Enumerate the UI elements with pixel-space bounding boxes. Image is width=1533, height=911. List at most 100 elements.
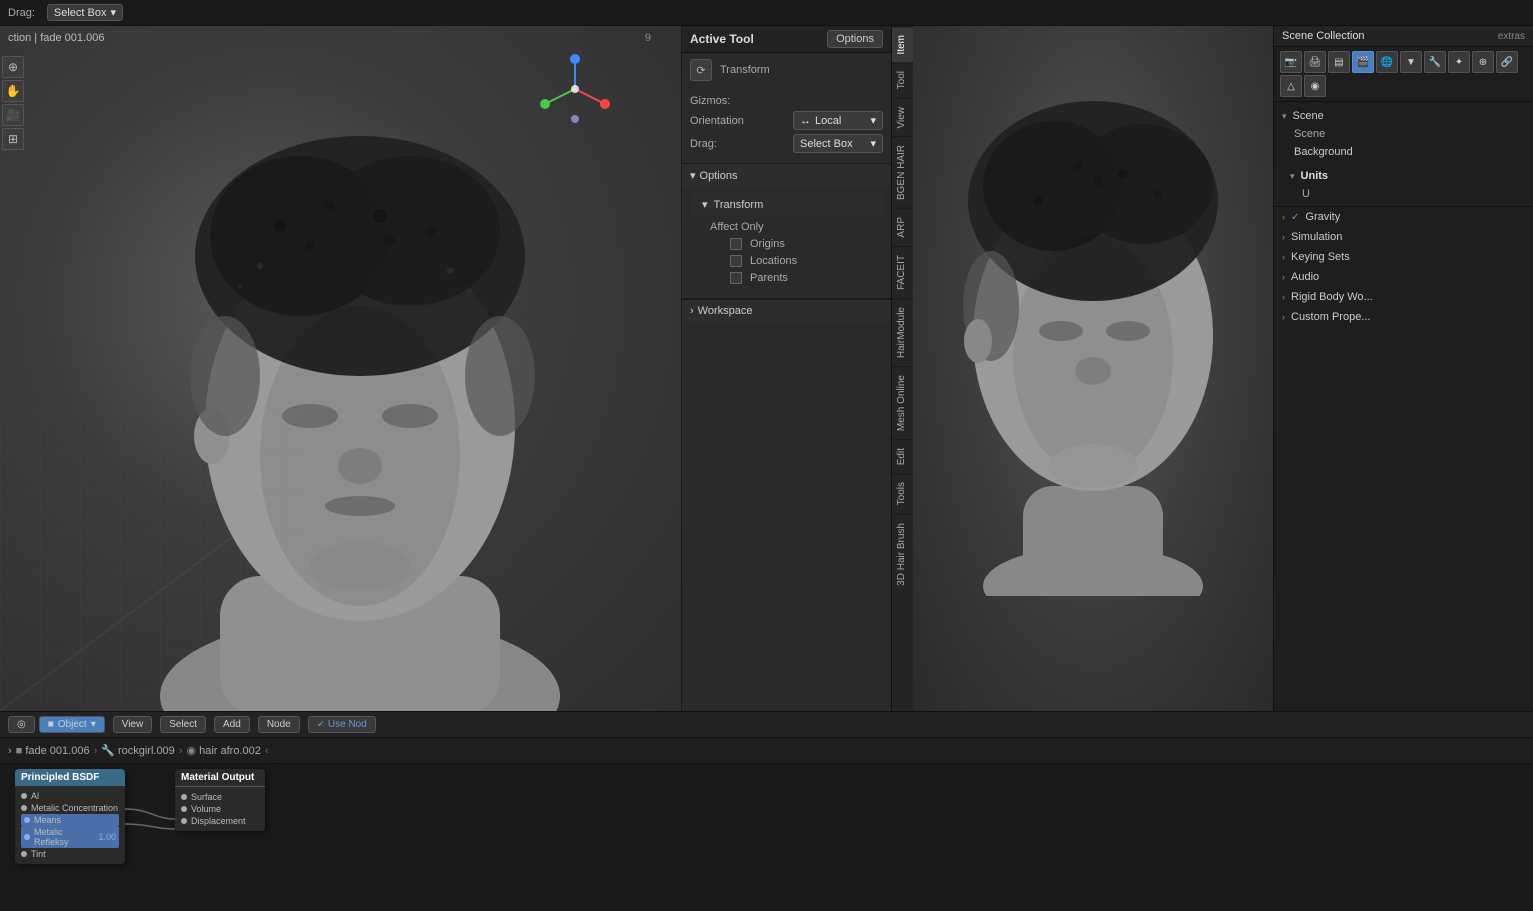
particles-icon[interactable]: ✦ [1448,51,1470,73]
origins-label: Origins [750,238,785,250]
material-icon[interactable]: ◉ [1304,75,1326,97]
dot-volume [181,806,187,812]
breadcrumb-sep-2: › [179,745,183,757]
tab-hairmodule[interactable]: HairModule [892,298,913,366]
dot-tint [21,851,27,857]
simulation-row[interactable]: › Simulation [1274,227,1533,247]
tool-panel: Active Tool Options ⟳ Transform Gizmos: … [681,26,891,711]
orientation-label: Orientation [690,115,744,127]
drag-label-panel: Drag: [690,138,717,150]
audio-row[interactable]: › Audio [1274,267,1533,287]
tab-3d-hair-brush[interactable]: 3D Hair Brush [892,514,913,594]
world-icon[interactable]: 🌐 [1376,51,1398,73]
background-row[interactable]: Background [1274,142,1533,162]
scene-row[interactable]: ▾ Scene [1274,106,1533,126]
tab-faceit[interactable]: FACEIT [892,246,913,298]
breadcrumb-expand[interactable]: › [8,745,12,757]
options-button[interactable]: Options [827,30,883,48]
select-btn[interactable]: Select [160,716,206,733]
view-layer-icon[interactable]: ▤ [1328,51,1350,73]
node-canvas[interactable]: Principled BSDF Al Metalic Concentration… [0,764,1533,911]
custom-props-row[interactable]: › Custom Prope... [1274,307,1533,327]
scene-icon[interactable]: 🎬 [1352,51,1374,73]
object-icon[interactable]: ▼ [1400,51,1422,73]
grid-tool-btn[interactable]: ⊞ [2,128,24,150]
material-output-node[interactable]: Material Output Surface Volume Displacem… [175,769,265,831]
keying-sets-row[interactable]: › Keying Sets [1274,247,1533,267]
output-icon[interactable]: 🖨 [1304,51,1326,73]
options-section-header[interactable]: ▾ Options [682,164,891,187]
node-btn[interactable]: Node [258,716,300,733]
scene-collection-title: Scene Collection [1282,30,1365,42]
custom-props-arrow: › [1282,312,1285,322]
breadcrumb-hair[interactable]: ◉ hair afro.002 [186,744,260,757]
affect-only-label: Affect Only [710,221,764,233]
tab-view[interactable]: View [892,98,913,137]
collapse-arrow: ▾ [690,169,696,182]
view-btn[interactable]: View [113,716,153,733]
locations-checkbox[interactable] [730,255,742,267]
render-icon[interactable]: 📷 [1280,51,1302,73]
audio-label: Audio [1291,271,1319,283]
orientation-dropdown[interactable]: ↔ Local ▾ [793,111,883,130]
bottom-area: ◎ ■ Object ▾ View Select Add Node ✓ Use … [0,711,1533,911]
cursor-tool-btn[interactable]: ⊕ [2,56,24,78]
drag-dropdown[interactable]: Select Box ▾ [793,134,883,153]
scene-item-label: Scene [1294,128,1325,140]
viewport-icon-btn[interactable]: ◎ [8,716,35,733]
scene-panel: Scene Collection extras 📷 🖨 ▤ 🎬 🌐 ▼ 🔧 ✦ … [1273,26,1533,711]
breadcrumb-fade[interactable]: ■ fade 001.006 [16,745,90,757]
move-tool-btn[interactable]: ✋ [2,80,24,102]
tab-mesh-online[interactable]: Mesh Online [892,366,913,439]
breadcrumb-rockgirl[interactable]: 🔧 rockgirl.009 [101,744,175,757]
tab-tools[interactable]: Tools [892,473,913,513]
gizmos-content: Gizmos: Orientation ↔ Local ▾ Drag: Sele… [682,89,891,163]
field-displacement: Displacement [181,815,259,827]
tab-item[interactable]: Item [892,26,913,62]
gravity-row[interactable]: › ✓ Gravity [1274,207,1533,227]
field-means: Means [21,814,119,826]
right-viewport[interactable] [913,26,1273,711]
gizmos-label: Gizmos: [690,95,730,107]
grid-overlay [0,411,300,711]
affect-only-block: Affect Only Origins Locations Parents [690,216,883,292]
parents-checkbox[interactable] [730,272,742,284]
properties-icons: 📷 🖨 ▤ 🎬 🌐 ▼ 🔧 ✦ ⊕ 🔗 △ ◉ [1274,47,1533,102]
tab-tool[interactable]: Tool [892,62,913,97]
principled-bsdf-body: Al Metalic Concentration Means Metalic R… [15,786,125,864]
scene-item-row[interactable]: Scene [1274,126,1533,142]
tab-bgen-hair[interactable]: BGEN HAIR [892,136,913,208]
add-btn[interactable]: Add [214,716,250,733]
breadcrumb-fade-label: fade 001.006 [25,745,89,757]
transform-subsection-header[interactable]: ▾ Transform [690,193,883,216]
active-tool-title: Active Tool [690,32,754,46]
units-arrow: ▾ [1290,171,1295,182]
units-section: ▾ Units U [1274,162,1533,207]
right-viewport-area [913,26,1273,711]
data-icon[interactable]: △ [1280,75,1302,97]
workspace-section[interactable]: › Workspace [682,299,891,322]
options-section-label: Options [700,170,738,182]
tab-arp[interactable]: ARP [892,208,913,246]
physics-icon[interactable]: ⊕ [1472,51,1494,73]
parents-row: Parents [706,271,875,285]
modifier-icon[interactable]: 🔧 [1424,51,1446,73]
tab-edit[interactable]: Edit [892,439,913,473]
origins-checkbox[interactable] [730,238,742,250]
orientation-icon: ↔ [800,115,811,127]
use-nod-btn[interactable]: ✓ Use Nod [308,716,376,733]
audio-arrow: › [1282,272,1285,282]
constraints-icon[interactable]: 🔗 [1496,51,1518,73]
object-label: Object [58,719,87,730]
select-box-dropdown[interactable]: Select Box ▾ [47,4,123,21]
left-viewport[interactable]: ction | fade 001.006 9 Z [0,26,681,711]
units-row[interactable]: ▾ Units [1282,166,1525,186]
object-btn[interactable]: ■ Object ▾ [39,716,105,733]
rigid-body-row[interactable]: › Rigid Body Wo... [1274,287,1533,307]
principled-bsdf-node[interactable]: Principled BSDF Al Metalic Concentration… [15,769,125,864]
drag-label: Drag: [8,7,35,19]
locations-row: Locations [706,254,875,268]
workspace-label: Workspace [698,305,753,317]
scene-panel-header: Scene Collection extras [1274,26,1533,47]
camera-tool-btn[interactable]: 🎥 [2,104,24,126]
